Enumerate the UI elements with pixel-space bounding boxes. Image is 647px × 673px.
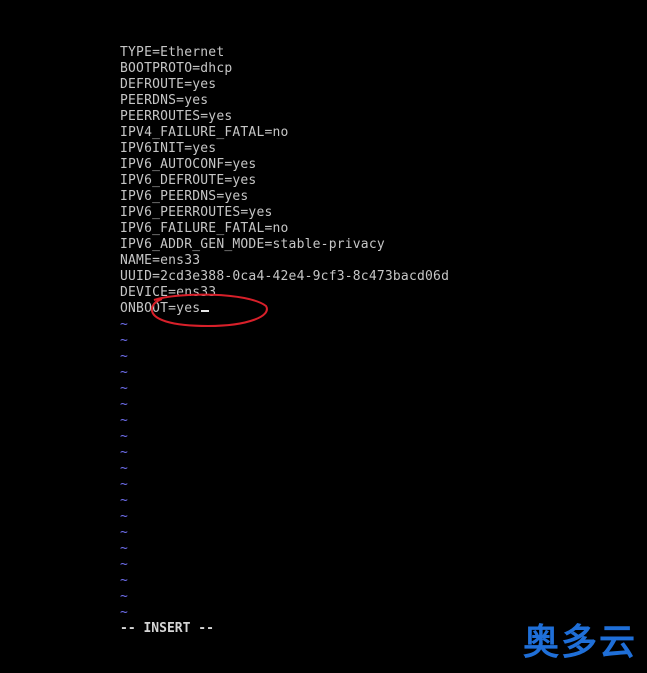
empty-line-marker: ~ [120,349,128,364]
config-line-defroute[interactable]: DEFROUTE=yes [120,77,449,93]
empty-line-marker: ~ [120,541,128,556]
config-line-device[interactable]: DEVICE=ens33 [120,285,449,301]
config-line-ipv6init[interactable]: IPV6INIT=yes [120,141,449,157]
empty-line-marker: ~ [120,509,128,524]
empty-line-marker: ~ [120,333,128,348]
config-line-name[interactable]: NAME=ens33 [120,253,449,269]
empty-lines: ~ ~ ~ ~ ~ ~ ~ ~ ~ ~ ~ ~ ~ ~ ~ ~ ~ ~ ~ [120,317,449,621]
config-line-peerroutes[interactable]: PEERROUTES=yes [120,109,449,125]
empty-line-marker: ~ [120,477,128,492]
config-line-onboot-text[interactable]: ONBOOT=yes [120,301,200,316]
watermark-logo: 奥多云 [522,622,637,663]
editor-buffer[interactable]: TYPE=Ethernet BOOTPROTO=dhcp DEFROUTE=ye… [120,45,449,621]
text-cursor [201,310,210,312]
config-line-bootproto[interactable]: BOOTPROTO=dhcp [120,61,449,77]
config-line-ipv6-autoconf[interactable]: IPV6_AUTOCONF=yes [120,157,449,173]
config-line-ipv6-defroute[interactable]: IPV6_DEFROUTE=yes [120,173,449,189]
empty-line-marker: ~ [120,397,128,412]
empty-line-marker: ~ [120,445,128,460]
empty-line-marker: ~ [120,429,128,444]
empty-line-marker: ~ [120,365,128,380]
empty-line-marker: ~ [120,605,128,620]
empty-line-marker: ~ [120,461,128,476]
config-line-ipv4-failure-fatal[interactable]: IPV4_FAILURE_FATAL=no [120,125,449,141]
empty-line-marker: ~ [120,525,128,540]
empty-line-marker: ~ [120,493,128,508]
config-line-ipv6-addr-gen-mode[interactable]: IPV6_ADDR_GEN_MODE=stable-privacy [120,237,449,253]
config-line-uuid[interactable]: UUID=2cd3e388-0ca4-42e4-9cf3-8c473bacd06… [120,269,449,285]
empty-line-marker: ~ [120,557,128,572]
empty-line-marker: ~ [120,573,128,588]
config-line-ipv6-peerroutes[interactable]: IPV6_PEERROUTES=yes [120,205,449,221]
empty-line-marker: ~ [120,413,128,428]
config-line-ipv6-failure-fatal[interactable]: IPV6_FAILURE_FATAL=no [120,221,449,237]
config-line-ipv6-peerdns[interactable]: IPV6_PEERDNS=yes [120,189,449,205]
vim-mode-indicator: -- INSERT -- [120,621,214,636]
config-line-peerdns[interactable]: PEERDNS=yes [120,93,449,109]
terminal-window[interactable]: TYPE=Ethernet BOOTPROTO=dhcp DEFROUTE=ye… [0,0,647,673]
empty-line-marker: ~ [120,381,128,396]
empty-line-marker: ~ [120,317,128,332]
config-line-type[interactable]: TYPE=Ethernet [120,45,449,61]
empty-line-marker: ~ [120,589,128,604]
config-line-onboot[interactable]: ONBOOT=yes [120,301,449,317]
